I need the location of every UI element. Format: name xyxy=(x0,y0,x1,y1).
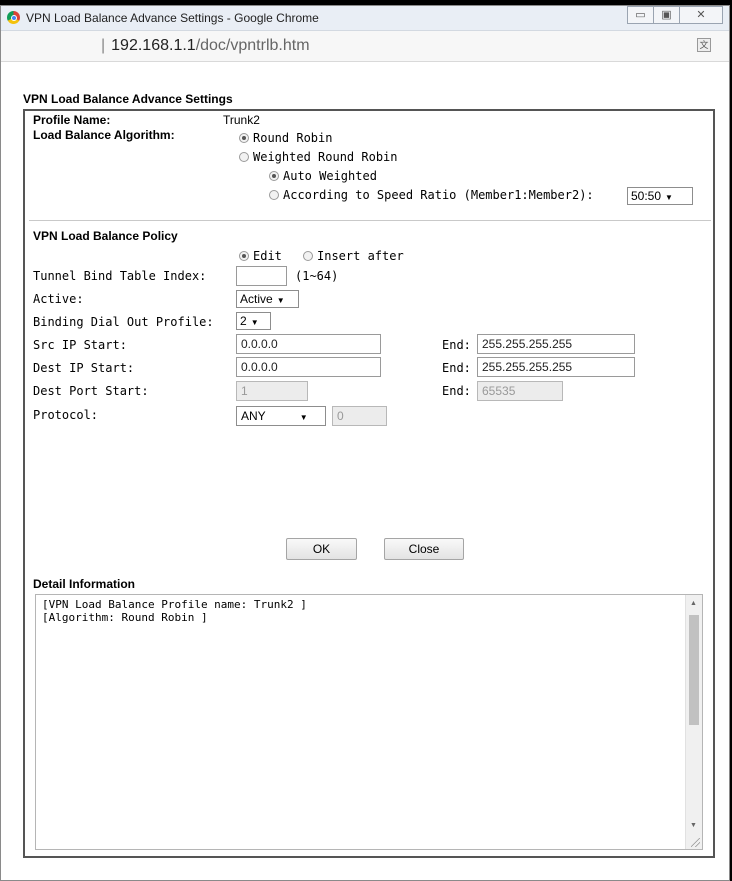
scrollbar-thumb[interactable] xyxy=(689,615,699,725)
src-ip-start-input[interactable]: 0.0.0.0 xyxy=(236,334,381,354)
insert-after-radio[interactable] xyxy=(303,251,313,261)
profile-name-label: Profile Name: xyxy=(33,113,111,127)
chevron-down-icon: ▼ xyxy=(276,296,285,305)
dest-port-start-input[interactable]: 1 xyxy=(236,381,308,401)
page-content: VPN Load Balance Advance Settings Profil… xyxy=(1,62,729,880)
ratio-select[interactable]: 50:50 ▼ xyxy=(627,187,693,205)
dest-port-label: Dest Port Start: xyxy=(33,384,149,398)
maximize-icon[interactable]: ▣ xyxy=(653,6,680,24)
dialout-label: Binding Dial Out Profile: xyxy=(33,315,214,329)
url-separator: | xyxy=(101,37,106,54)
close-button[interactable]: Close xyxy=(384,538,464,560)
chevron-down-icon: ▼ xyxy=(250,318,259,327)
src-ip-end-input[interactable]: 255.255.255.255 xyxy=(477,334,635,354)
tunnel-index-label: Tunnel Bind Table Index: xyxy=(33,269,207,283)
minimize-icon[interactable]: ▭ xyxy=(627,6,654,24)
window-controls: ▭ ▣ ✕ xyxy=(627,6,723,26)
scroll-up-icon[interactable]: ▲ xyxy=(690,600,697,607)
auto-weighted-option[interactable]: Auto Weighted xyxy=(269,169,377,183)
url-host: 192.168.1.1 xyxy=(111,37,196,54)
window-title: VPN Load Balance Advance Settings - Goog… xyxy=(26,11,319,25)
ok-button[interactable]: OK xyxy=(286,538,357,560)
weighted-round-robin-radio[interactable] xyxy=(239,152,249,162)
translate-icon[interactable]: 文 xyxy=(697,38,711,52)
url-text[interactable]: | 192.168.1.1/doc/vpntrlb.htm xyxy=(101,37,310,55)
browser-window: VPN Load Balance Advance Settings - Goog… xyxy=(0,5,730,881)
detail-textarea[interactable]: [VPN Load Balance Profile name: Trunk2 ]… xyxy=(35,594,703,850)
algorithm-label: Load Balance Algorithm: xyxy=(33,128,175,142)
dest-ip-end-input[interactable]: 255.255.255.255 xyxy=(477,357,635,377)
dest-end-label: End: xyxy=(442,361,471,375)
page-title: VPN Load Balance Advance Settings xyxy=(23,92,233,106)
dest-ip-label: Dest IP Start: xyxy=(33,361,135,375)
tunnel-index-range: (1~64) xyxy=(295,269,339,283)
dest-ip-start-input[interactable]: 0.0.0.0 xyxy=(236,357,381,377)
round-robin-radio[interactable] xyxy=(239,133,249,143)
insert-after-option[interactable]: Insert after xyxy=(303,249,404,263)
address-bar[interactable]: | 192.168.1.1/doc/vpntrlb.htm 文 xyxy=(1,31,729,62)
active-select[interactable]: Active ▼ xyxy=(236,290,299,308)
chevron-down-icon: ▼ xyxy=(665,193,673,202)
port-end-label: End: xyxy=(442,384,471,398)
dest-port-end-input[interactable]: 65535 xyxy=(477,381,563,401)
title-bar: VPN Load Balance Advance Settings - Goog… xyxy=(1,6,729,31)
chrome-icon xyxy=(7,11,20,24)
detail-text: [VPN Load Balance Profile name: Trunk2 ]… xyxy=(42,598,307,624)
edit-option[interactable]: Edit xyxy=(239,249,282,263)
speed-ratio-radio[interactable] xyxy=(269,190,279,200)
settings-panel: Profile Name: Trunk2 Load Balance Algori… xyxy=(23,109,715,858)
scroll-down-icon[interactable]: ▼ xyxy=(690,822,697,829)
divider xyxy=(29,220,711,221)
dialout-select[interactable]: 2 ▼ xyxy=(236,312,271,330)
src-end-label: End: xyxy=(442,338,471,352)
policy-heading: VPN Load Balance Policy xyxy=(33,229,178,243)
close-icon[interactable]: ✕ xyxy=(679,6,723,24)
tunnel-index-input[interactable] xyxy=(236,266,287,286)
protocol-select[interactable]: ANY ▼ xyxy=(236,406,326,426)
edit-radio[interactable] xyxy=(239,251,249,261)
scrollbar[interactable]: ▲ ▼ xyxy=(685,595,702,849)
weighted-round-robin-option[interactable]: Weighted Round Robin xyxy=(239,150,398,164)
chevron-down-icon: ▼ xyxy=(299,413,308,422)
profile-name-value: Trunk2 xyxy=(223,113,260,127)
protocol-number-input[interactable]: 0 xyxy=(332,406,387,426)
resize-grip-icon[interactable] xyxy=(691,838,700,847)
auto-weighted-radio[interactable] xyxy=(269,171,279,181)
src-ip-label: Src IP Start: xyxy=(33,338,127,352)
speed-ratio-option[interactable]: According to Speed Ratio (Member1:Member… xyxy=(269,188,594,202)
protocol-label: Protocol: xyxy=(33,408,99,422)
url-path: /doc/vpntrlb.htm xyxy=(195,37,310,54)
round-robin-option[interactable]: Round Robin xyxy=(239,131,332,145)
active-label: Active: xyxy=(33,292,84,306)
detail-heading: Detail Information xyxy=(33,577,136,591)
